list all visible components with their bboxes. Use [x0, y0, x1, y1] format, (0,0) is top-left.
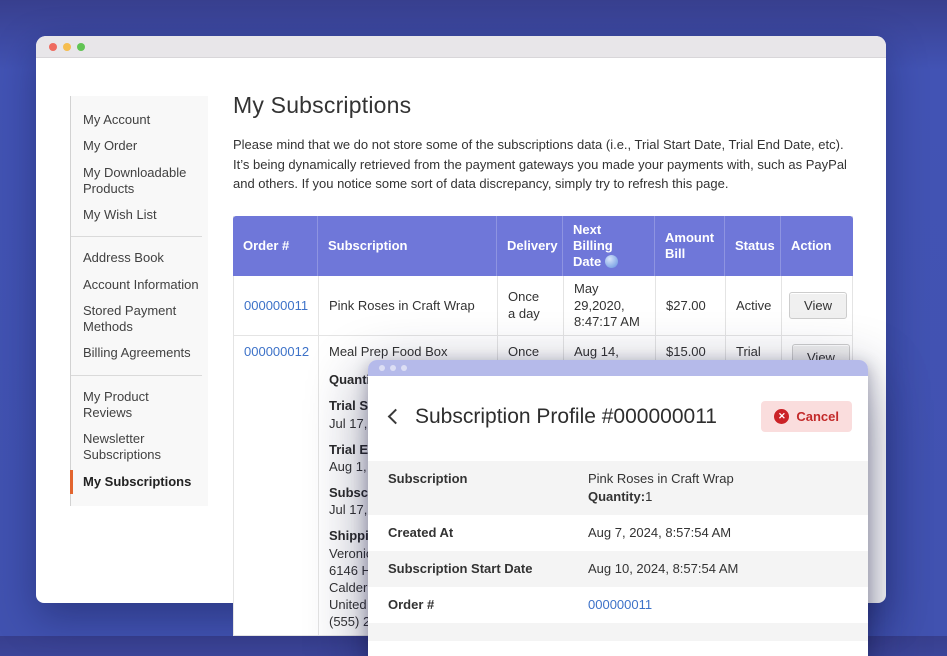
- profile-subscription-name: Pink Roses in Craft Wrap: [588, 470, 734, 488]
- sidebar-item-my-subscriptions[interactable]: My Subscriptions: [71, 469, 208, 495]
- table-row: 000000011 Pink Roses in Craft Wrap Once …: [234, 276, 852, 336]
- window-titlebar: [36, 36, 886, 58]
- next-billing-cell: May 29,2020, 8:47:17 AM: [564, 276, 656, 335]
- col-status: Status: [725, 216, 781, 277]
- subscription-name: Meal Prep Food Box: [329, 344, 448, 359]
- col-subscription: Subscription: [318, 216, 497, 277]
- col-amount-bill: Amount Bill: [655, 216, 725, 277]
- modal-header: Subscription Profile #000000011 ✕ Cancel: [368, 376, 868, 453]
- profile-row-created-at: Created At Aug 7, 2024, 8:57:54 AM: [368, 515, 868, 551]
- col-order-number: Order #: [233, 216, 318, 277]
- modal-window-dot: [390, 365, 396, 371]
- order-link[interactable]: 000000011: [244, 298, 308, 314]
- close-window-button[interactable]: [49, 43, 57, 51]
- col-next-billing-date: Next Billing Date: [563, 216, 655, 277]
- sidebar-item-address-book[interactable]: Address Book: [71, 245, 208, 271]
- view-button[interactable]: View: [789, 292, 847, 319]
- col-action: Action: [781, 216, 853, 277]
- sidebar-item-my-downloadable-products[interactable]: My Downloadable Products: [71, 160, 208, 203]
- amount-cell: $27.00: [656, 276, 726, 335]
- subscription-name: Pink Roses in Craft Wrap: [329, 298, 475, 314]
- sidebar-item-billing-agreements[interactable]: Billing Agreements: [71, 340, 208, 366]
- modal-titlebar: [368, 360, 868, 376]
- profile-row-start-date: Subscription Start Date Aug 10, 2024, 8:…: [368, 551, 868, 587]
- modal-window-dot: [401, 365, 407, 371]
- sidebar-divider: [71, 375, 202, 376]
- intro-text: Please mind that we do not store some of…: [233, 135, 853, 194]
- table-header-row: Order # Subscription Delivery Next Billi…: [233, 216, 853, 277]
- profile-row-partial: [368, 623, 868, 641]
- status-cell: Active: [726, 276, 782, 335]
- modal-window-dot: [379, 365, 385, 371]
- sidebar-item-account-information[interactable]: Account Information: [71, 272, 208, 298]
- info-tooltip-icon[interactable]: [605, 255, 618, 268]
- col-delivery: Delivery: [497, 216, 563, 277]
- cancel-button[interactable]: ✕ Cancel: [761, 401, 852, 432]
- sidebar-item-my-order[interactable]: My Order: [71, 133, 208, 159]
- sidebar-divider: [71, 236, 202, 237]
- profile-row-subscription: Subscription Pink Roses in Craft Wrap Qu…: [368, 461, 868, 515]
- delivery-cell: Once a day: [498, 276, 564, 335]
- subscription-profile-modal: Subscription Profile #000000011 ✕ Cancel…: [368, 360, 868, 656]
- sidebar-item-newsletter-subscriptions[interactable]: Newsletter Subscriptions: [71, 426, 208, 469]
- sidebar-item-my-wish-list[interactable]: My Wish List: [71, 202, 208, 228]
- order-link[interactable]: 000000011: [588, 597, 652, 612]
- profile-details: Subscription Pink Roses in Craft Wrap Qu…: [368, 461, 868, 641]
- cancel-x-icon: ✕: [774, 409, 789, 424]
- minimize-window-button[interactable]: [63, 43, 71, 51]
- order-link[interactable]: 000000012: [244, 344, 309, 359]
- profile-row-order: Order # 000000011: [368, 587, 868, 623]
- back-icon[interactable]: [388, 409, 404, 425]
- sidebar-item-stored-payment-methods[interactable]: Stored Payment Methods: [71, 298, 208, 341]
- page-title: My Subscriptions: [233, 92, 853, 119]
- account-sidebar: My Account My Order My Downloadable Prod…: [70, 96, 208, 506]
- zoom-window-button[interactable]: [77, 43, 85, 51]
- modal-title: Subscription Profile #000000011: [415, 405, 717, 429]
- sidebar-item-my-product-reviews[interactable]: My Product Reviews: [71, 384, 208, 427]
- sidebar-item-my-account[interactable]: My Account: [71, 107, 208, 133]
